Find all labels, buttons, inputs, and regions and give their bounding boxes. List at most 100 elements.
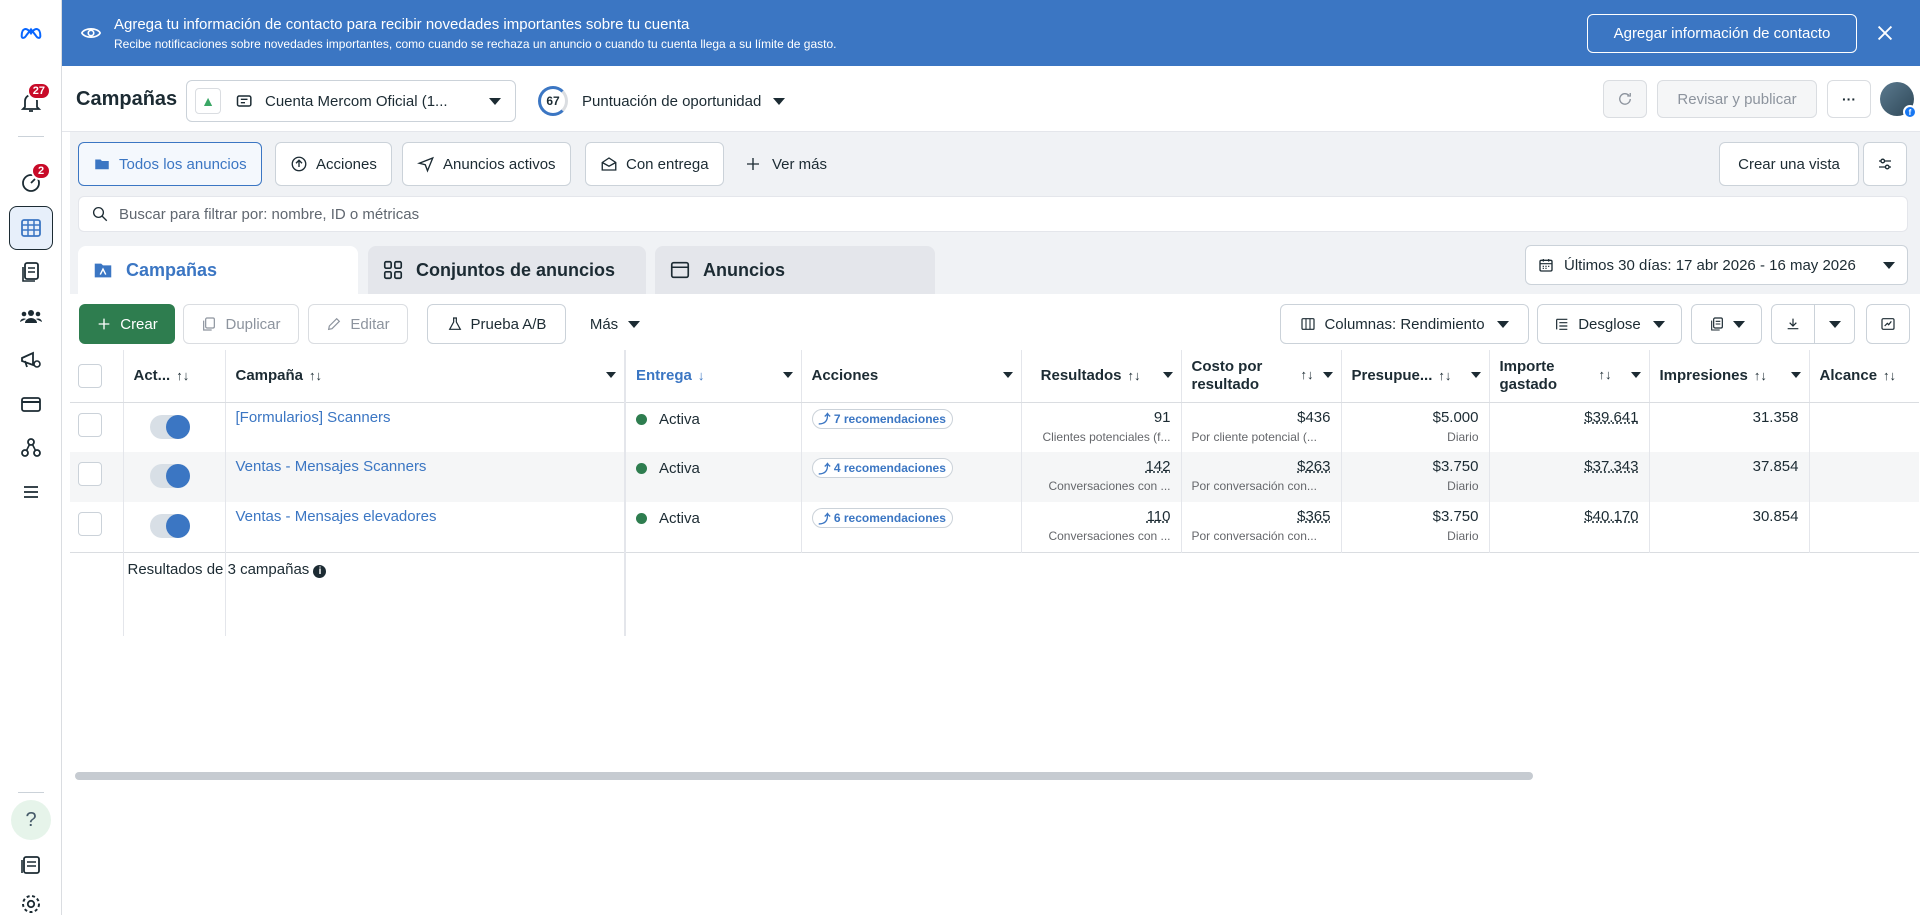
filter-actions[interactable]: Acciones	[275, 142, 392, 186]
recommendations-badge[interactable]: ⤴ 7 recomendaciones	[811, 408, 953, 429]
col-header-budget[interactable]: Presupue... ↑↓	[1341, 350, 1490, 403]
pages-icon[interactable]	[9, 250, 53, 294]
duplicate-button[interactable]: Duplicar	[183, 304, 299, 344]
charts-button[interactable]	[1866, 304, 1910, 344]
columns-dropdown[interactable]: Columnas: Rendimiento	[1280, 304, 1529, 344]
meta-logo-icon[interactable]	[9, 10, 53, 54]
sort-icon: ↑↓	[176, 368, 190, 384]
table-row[interactable]: Ventas - Mensajes elevadores Activa ⤴ 6 …	[70, 502, 1919, 552]
more-actions-label: Más	[589, 315, 619, 333]
info-icon[interactable]: i	[313, 564, 327, 578]
facebook-icon: f	[1903, 105, 1917, 119]
view-settings-button[interactable]	[1863, 142, 1907, 186]
tab-campaigns[interactable]: Campañas	[78, 246, 358, 294]
account-logo-icon: ▲	[195, 88, 221, 114]
col-header-active[interactable]: Act... ↑↓	[123, 350, 226, 403]
spent-value[interactable]: $40.170	[1500, 508, 1638, 525]
row-checkbox[interactable]	[78, 512, 102, 536]
campaign-toggle[interactable]	[149, 464, 190, 488]
export-options-dropdown[interactable]	[1815, 304, 1855, 344]
refresh-button[interactable]	[1603, 80, 1647, 118]
horizontal-scrollbar[interactable]	[75, 772, 1533, 780]
filter-all-ads-label: Todos los anuncios	[119, 155, 247, 173]
refresh-icon	[1619, 93, 1631, 105]
more-options-button[interactable]: ···	[1827, 80, 1871, 118]
campaign-toggle[interactable]	[149, 414, 190, 439]
reports-icon[interactable]	[9, 843, 53, 887]
add-contact-info-button[interactable]: Agregar información de contacto	[1587, 14, 1857, 53]
campaign-tools-icon[interactable]	[9, 338, 53, 382]
summary-row: Resultados de 3 campañas i	[70, 551, 1919, 636]
dashboard-icon[interactable]: 2	[9, 160, 53, 204]
table-row[interactable]: Ventas - Mensajes Scanners Activa ⤴ 4 re…	[70, 452, 1919, 502]
ads-manager-table-icon[interactable]	[9, 206, 53, 250]
edit-button[interactable]: Editar	[308, 304, 408, 344]
row-checkbox[interactable]	[78, 412, 102, 437]
notifications-bell-icon[interactable]: 27	[9, 80, 53, 124]
help-icon[interactable]: ?	[9, 798, 53, 842]
campaign-name-link[interactable]: Ventas - Mensajes elevadores	[236, 502, 615, 525]
col-header-campaign[interactable]: Campaña ↑↓	[225, 350, 626, 403]
tab-adsets[interactable]: Conjuntos de anuncios	[368, 246, 646, 294]
settings-gear-icon[interactable]	[9, 882, 53, 915]
export-button[interactable]	[1771, 304, 1815, 344]
campaigns-folder-icon	[94, 263, 112, 278]
col-header-impressions[interactable]: Impresiones ↑↓	[1649, 350, 1810, 403]
menu-icon[interactable]	[9, 470, 53, 514]
select-all-checkbox[interactable]	[78, 363, 102, 388]
col-header-reach[interactable]: Alcance ↑↓	[1809, 350, 1919, 403]
col-header-results[interactable]: Resultados ↑↓	[1021, 350, 1182, 403]
create-view-button[interactable]: Crear una vista	[1719, 142, 1859, 186]
audiences-icon[interactable]	[9, 294, 53, 338]
billing-icon[interactable]	[9, 382, 53, 426]
breakdown-dropdown[interactable]: Desglose	[1537, 304, 1682, 344]
campaigns-table: Act... ↑↓ Campaña ↑↓ Entrega ↓ Acciones Res…	[70, 350, 1919, 636]
recommendations-label: 6 recomendaciones	[833, 511, 946, 525]
sort-icon: ↑↓	[1127, 368, 1141, 384]
table-row[interactable]: [Formularios] Scanners Activa ⤴ 7 recome…	[70, 402, 1919, 452]
close-icon[interactable]	[1874, 22, 1896, 44]
spent-value[interactable]: $39.641	[1500, 409, 1638, 426]
account-selector[interactable]: ▲ Cuenta Mercom Oficial (1...	[186, 80, 516, 122]
spent-value[interactable]: $37.343	[1500, 458, 1638, 475]
filter-with-delivery[interactable]: Con entrega	[585, 142, 724, 186]
filter-all-ads[interactable]: Todos los anuncios	[78, 142, 262, 186]
avatar[interactable]: f	[1880, 82, 1917, 119]
filter-active-ads[interactable]: Anuncios activos	[402, 142, 571, 186]
search-input[interactable]	[119, 205, 1819, 223]
page-title: Campañas	[76, 88, 178, 110]
columns-icon	[1301, 318, 1316, 330]
row-checkbox[interactable]	[78, 462, 102, 486]
recommendations-badge[interactable]: ⤴ 6 recomendaciones	[811, 508, 953, 528]
col-header-delivery[interactable]: Entrega ↓	[625, 350, 802, 403]
create-button[interactable]: Crear	[79, 304, 175, 344]
cost-value[interactable]: $263	[1192, 458, 1330, 475]
col-header-amount-spent[interactable]: Importe gastado ↑↓	[1489, 350, 1650, 403]
tab-ads[interactable]: Anuncios	[655, 246, 935, 294]
alerts-badge: 2	[31, 162, 51, 180]
recommendations-badge[interactable]: ⤴ 4 recomendaciones	[811, 458, 953, 478]
reports-dropdown[interactable]	[1691, 304, 1762, 344]
review-publish-button[interactable]: Revisar y publicar	[1657, 80, 1817, 118]
opportunity-score[interactable]: 67 Puntuación de oportunidad	[538, 86, 786, 116]
chevron-down-icon	[1630, 372, 1641, 378]
campaign-toggle[interactable]	[149, 514, 190, 538]
ab-test-button[interactable]: Prueba A/B	[427, 304, 566, 344]
page-header: Campañas ▲ Cuenta Mercom Oficial (1... 6…	[62, 66, 1920, 132]
campaign-name-link[interactable]: [Formularios] Scanners	[236, 403, 615, 426]
more-actions-dropdown[interactable]: Más	[580, 304, 650, 344]
ab-test-label: Prueba A/B	[470, 315, 547, 333]
campaign-name-link[interactable]: Ventas - Mensajes Scanners	[236, 452, 615, 475]
results-value[interactable]: 110	[1032, 508, 1171, 525]
results-value[interactable]: 142	[1032, 458, 1170, 475]
cost-value[interactable]: $365	[1192, 508, 1330, 525]
see-more-filters-button[interactable]: Ver más	[744, 142, 827, 186]
events-manager-icon[interactable]	[9, 426, 53, 470]
grid-icon	[383, 260, 403, 280]
col-header-actions[interactable]: Acciones	[801, 350, 1022, 403]
chevron-down-icon	[1322, 372, 1333, 378]
date-range-picker[interactable]: Últimos 30 días: 17 abr 2026 - 16 may 20…	[1525, 245, 1908, 285]
flask-icon	[448, 317, 461, 330]
col-header-cost-per-result[interactable]: Costo por resultado ↑↓	[1181, 350, 1342, 403]
sort-icon: ↑↓	[1753, 368, 1767, 384]
